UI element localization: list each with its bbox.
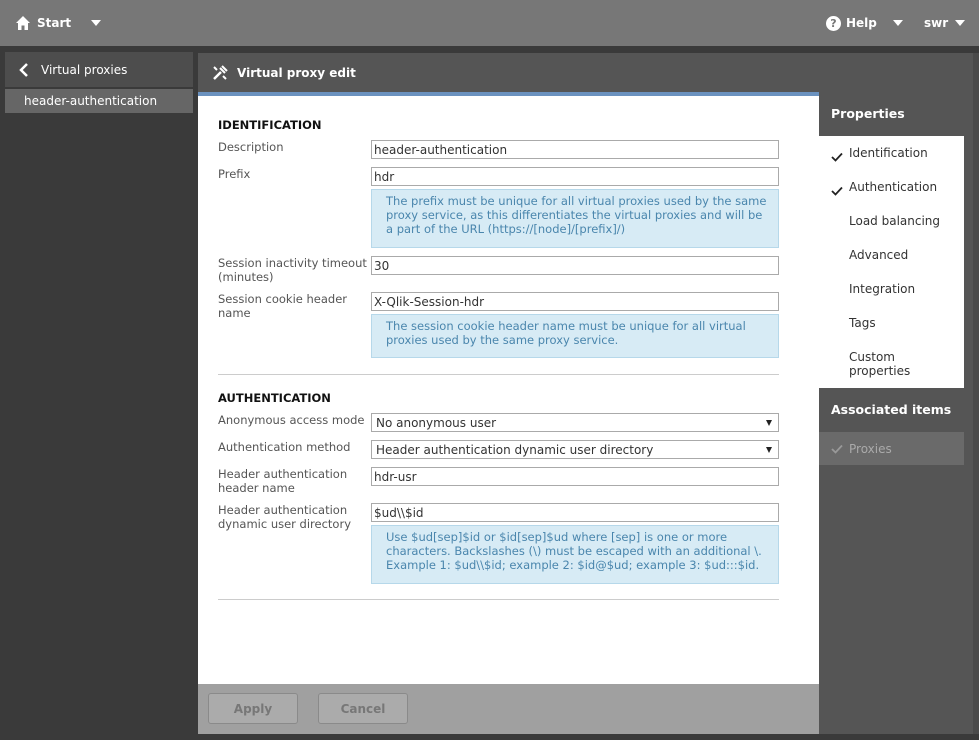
anonymous-select[interactable]: No anonymous user: [371, 413, 779, 432]
help-menu[interactable]: ? Help: [826, 0, 903, 46]
page-title: Virtual proxy edit: [237, 65, 356, 80]
dynamic-directory-hint: Use $ud[sep]$id or $id[sep]$ud where [se…: [371, 525, 779, 584]
left-sidebar: Virtual proxies header-authentication: [0, 46, 198, 740]
anonymous-select-value: No anonymous user: [376, 415, 497, 430]
authentication-heading: AUTHENTICATION: [218, 391, 331, 405]
start-label: Start: [37, 16, 72, 30]
property-item-advanced[interactable]: Advanced: [849, 248, 908, 262]
chevron-down-icon: [892, 20, 903, 26]
dropdown-arrow-icon: [766, 447, 772, 453]
properties-panel: Properties Identification Authentication…: [819, 53, 979, 734]
prefix-input[interactable]: hdr: [371, 167, 779, 186]
back-label: Virtual proxies: [41, 62, 128, 77]
apply-button[interactable]: Apply: [208, 693, 298, 724]
sidebar-item-header-authentication[interactable]: header-authentication: [5, 89, 193, 113]
property-item-load-balancing[interactable]: Load balancing: [849, 214, 940, 228]
help-icon: ?: [826, 15, 841, 31]
method-select[interactable]: Header authentication dynamic user direc…: [371, 440, 779, 459]
header-name-input[interactable]: hdr-usr: [371, 467, 779, 486]
properties-heading: Properties: [831, 106, 905, 121]
associated-item-proxies[interactable]: Proxies: [819, 432, 964, 465]
dropdown-arrow-icon: [766, 420, 772, 426]
property-item-tags[interactable]: Tags: [849, 316, 876, 330]
properties-list: Identification Authentication Load balan…: [819, 136, 964, 388]
user-label: swr: [924, 16, 949, 30]
check-icon: [831, 152, 843, 162]
timeout-input[interactable]: 30: [371, 256, 779, 275]
cookie-hint: The session cookie header name must be u…: [371, 314, 779, 358]
help-label: Help: [846, 16, 877, 30]
cookie-label: Session cookie header name: [218, 292, 348, 320]
chevron-left-icon: [19, 62, 28, 77]
cancel-button[interactable]: Cancel: [318, 693, 408, 724]
check-icon: [831, 444, 843, 454]
action-bar: Apply Cancel: [198, 684, 819, 734]
prefix-hint: The prefix must be unique for all virtua…: [371, 189, 779, 248]
section-divider: [218, 374, 779, 375]
property-item-custom-properties[interactable]: Custom properties: [849, 350, 929, 378]
top-bar: Start ? Help swr: [0, 0, 979, 46]
property-item-label: Identification: [849, 146, 928, 160]
chevron-down-icon: [91, 20, 102, 26]
associated-item-label: Proxies: [849, 441, 892, 456]
tools-icon: [213, 64, 228, 80]
start-menu[interactable]: Start: [15, 0, 102, 46]
user-menu[interactable]: swr: [924, 0, 966, 46]
panel-header: Virtual proxy edit: [198, 53, 819, 92]
check-icon: [831, 186, 843, 196]
section-divider: [218, 599, 779, 600]
edit-form: IDENTIFICATION Description header-authen…: [198, 96, 819, 684]
header-name-label: Header authentication header name: [218, 467, 348, 495]
anonymous-label: Anonymous access mode: [218, 413, 365, 427]
property-item-label: Authentication: [849, 180, 938, 194]
property-item-integration[interactable]: Integration: [849, 282, 915, 296]
home-icon: [16, 16, 30, 30]
back-to-virtual-proxies[interactable]: Virtual proxies: [5, 52, 193, 87]
description-input[interactable]: header-authentication: [371, 140, 779, 159]
cookie-input[interactable]: X-Qlik-Session-hdr: [371, 292, 779, 311]
chevron-down-icon: [955, 20, 966, 26]
method-label: Authentication method: [218, 440, 351, 454]
identification-heading: IDENTIFICATION: [218, 118, 322, 132]
method-select-value: Header authentication dynamic user direc…: [376, 442, 654, 457]
description-label: Description: [218, 140, 284, 154]
panel-scroll-strip: [973, 53, 979, 734]
prefix-label: Prefix: [218, 167, 251, 181]
dynamic-directory-label: Header authentication dynamic user direc…: [218, 503, 352, 531]
timeout-label: Session inactivity timeout (minutes): [218, 256, 367, 284]
dynamic-directory-input[interactable]: $ud\\$id: [371, 503, 779, 522]
associated-items-heading: Associated items: [831, 402, 952, 417]
